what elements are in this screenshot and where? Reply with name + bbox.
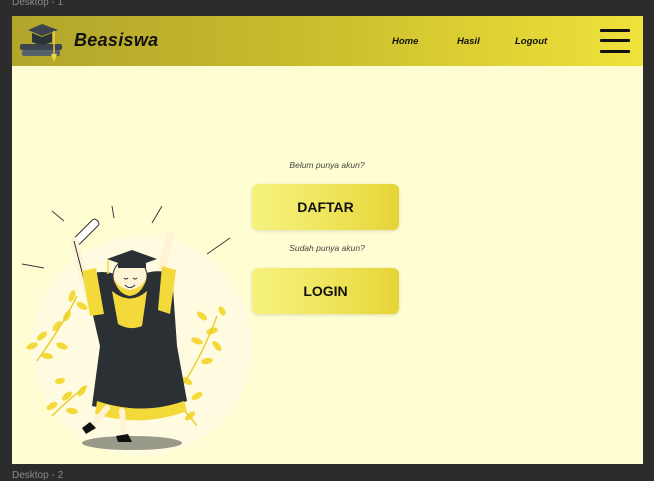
nav-link-home[interactable]: Home — [392, 36, 418, 47]
graduation-cap-logo-icon — [20, 24, 62, 62]
login-button[interactable]: LOGIN — [252, 268, 399, 314]
hamburger-line — [600, 50, 630, 53]
hamburger-line — [600, 39, 630, 42]
hamburger-line — [600, 29, 630, 32]
frame-label-bottom: Desktop - 2 — [12, 470, 64, 481]
graduate-celebrating-illustration — [21, 205, 252, 456]
nav-link-logout[interactable]: Logout — [515, 36, 547, 47]
nav-link-hasil[interactable]: Hasil — [457, 36, 480, 47]
frame-label-top: Desktop - 1 — [12, 0, 64, 8]
daftar-button[interactable]: DAFTAR — [252, 184, 399, 230]
navbar: Beasiswa Home Hasil Logout — [12, 16, 643, 66]
login-hint: Sudah punya akun? — [289, 243, 365, 253]
brand-name: Beasiswa — [74, 30, 159, 50]
hamburger-menu-icon[interactable] — [600, 28, 630, 54]
desktop-frame: Beasiswa Home Hasil Logout Belum punya a… — [12, 16, 643, 464]
register-hint: Belum punya akun? — [289, 160, 365, 170]
